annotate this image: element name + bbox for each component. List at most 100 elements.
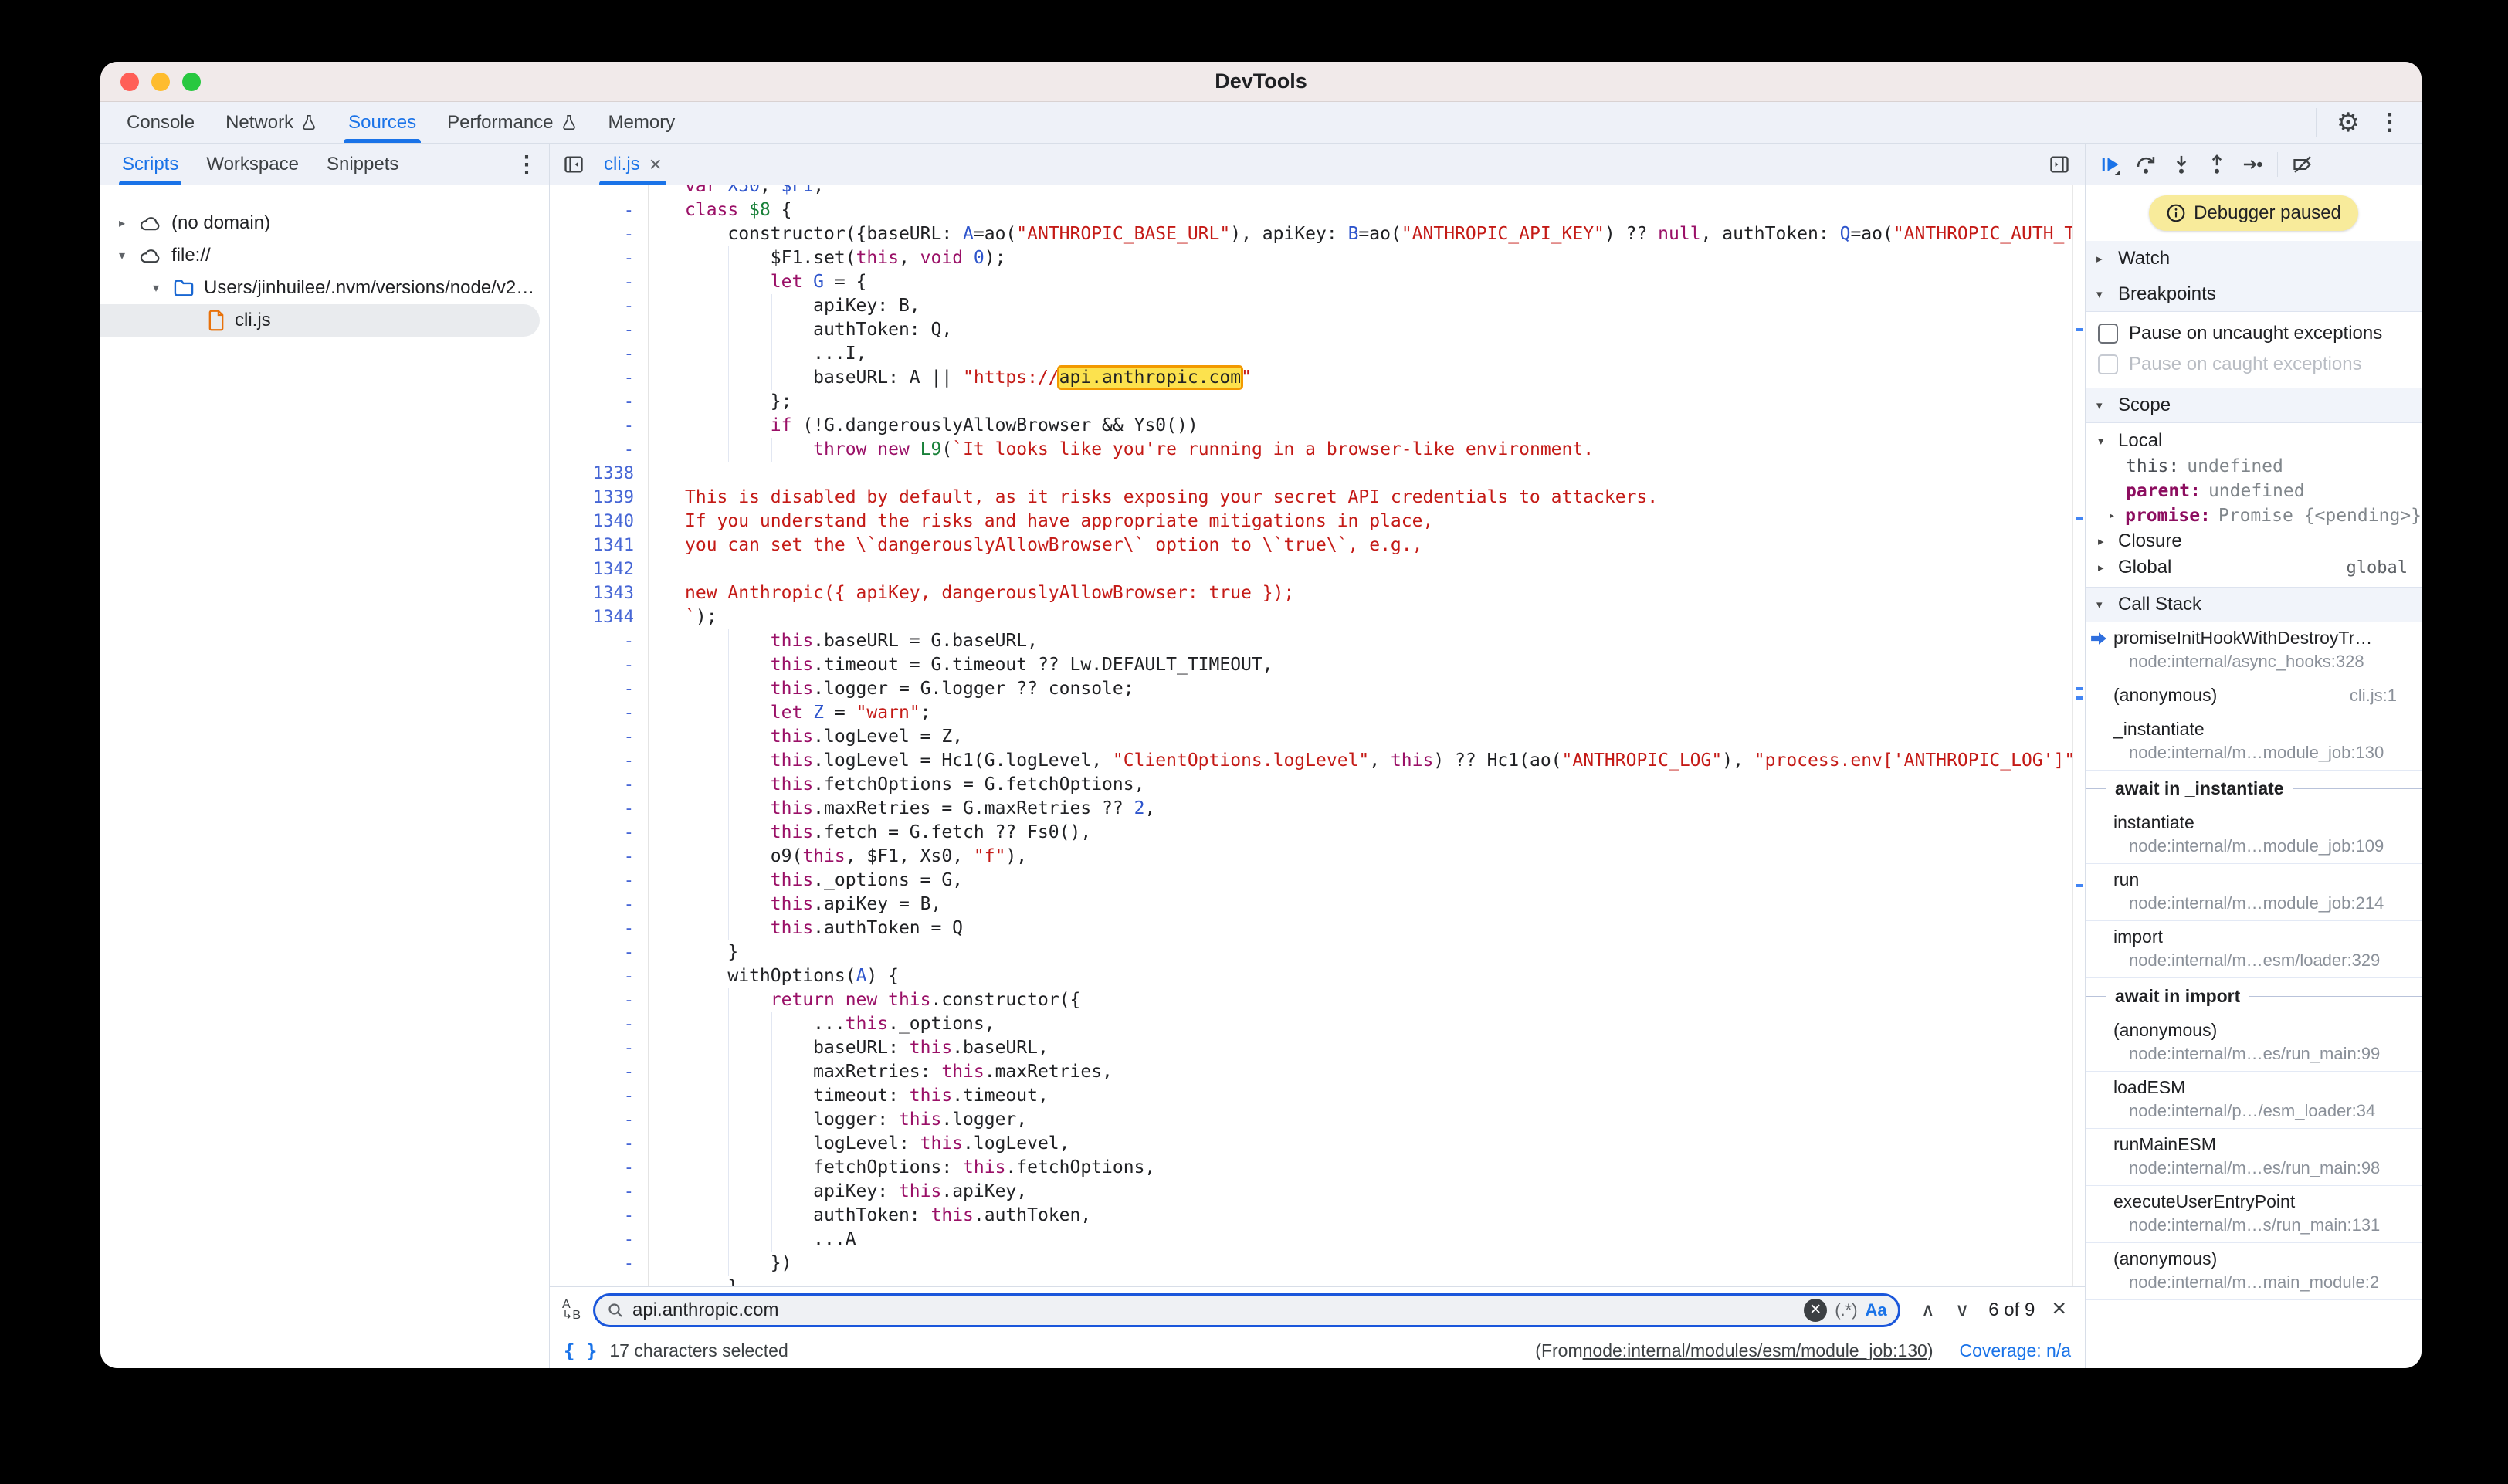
line-number-gutter[interactable]: - — [550, 629, 649, 653]
line-number-gutter[interactable]: - — [550, 1060, 649, 1084]
code-line[interactable]: - withOptions(A) { — [550, 964, 2072, 988]
line-number-gutter[interactable]: - — [550, 1204, 649, 1228]
callstack-frame[interactable]: (anonymous)node:internal/m…es/run_main:9… — [2086, 1015, 2422, 1072]
tree-expander-icon[interactable]: ▸ — [114, 215, 130, 231]
scope-expander-icon[interactable]: ▸ — [2098, 561, 2110, 574]
scope-group-closure[interactable]: ▸Closure — [2086, 528, 2422, 554]
code-line[interactable]: 1342 — [550, 557, 2072, 581]
line-number-gutter[interactable]: - — [550, 869, 649, 893]
code-line[interactable]: - }) — [550, 1252, 2072, 1276]
previous-match-icon[interactable]: ∧ — [1911, 1299, 1945, 1322]
line-number-gutter[interactable]: 1340 — [550, 510, 649, 534]
callstack-frame[interactable]: importnode:internal/m…esm/loader:329 — [2086, 921, 2422, 978]
line-number-gutter[interactable]: - — [550, 653, 649, 677]
scope-group-local[interactable]: ▾Local — [2086, 428, 2422, 454]
line-number-gutter[interactable]: - — [550, 342, 649, 366]
hide-debugger-sidebar-icon[interactable] — [2042, 147, 2077, 182]
line-number-gutter[interactable]: 1339 — [550, 486, 649, 510]
line-number-gutter[interactable]: - — [550, 916, 649, 940]
breakpoints-section-header[interactable]: ▾Breakpoints — [2086, 276, 2422, 312]
code-line[interactable]: 1343new Anthropic({ apiKey, dangerouslyA… — [550, 581, 2072, 605]
code-line[interactable]: 1341you can set the \`dangerouslyAllowBr… — [550, 534, 2072, 557]
line-number-gutter[interactable]: - — [550, 893, 649, 916]
line-number-gutter[interactable]: 1341 — [550, 534, 649, 557]
code-line[interactable]: - this.logLevel = Hc1(G.logLevel, "Clien… — [550, 749, 2072, 773]
line-number-gutter[interactable]: - — [550, 390, 649, 414]
code-line[interactable]: - o9(this, $F1, Xs0, "f"), — [550, 845, 2072, 869]
line-number-gutter[interactable]: - — [550, 677, 649, 701]
line-number-gutter[interactable]: 1344 — [550, 605, 649, 629]
coverage-link[interactable]: Coverage: n/a — [1960, 1340, 2071, 1361]
callstack-frame[interactable]: executeUserEntryPointnode:internal/m…s/r… — [2086, 1186, 2422, 1243]
scope-group-global[interactable]: ▸Globalglobal — [2086, 554, 2422, 581]
resume-script-icon[interactable] — [2093, 147, 2127, 181]
regex-toggle[interactable]: (.*) — [1835, 1300, 1857, 1320]
line-number-gutter[interactable]: 1342 — [550, 557, 649, 581]
line-number-gutter[interactable]: - — [550, 1276, 649, 1286]
code-line[interactable]: - if (!G.dangerouslyAllowBrowser && Ys0(… — [550, 414, 2072, 438]
code-line[interactable]: - this.logger = G.logger ?? console; — [550, 677, 2072, 701]
code-line[interactable]: - } — [550, 1276, 2072, 1286]
step-over-icon[interactable] — [2129, 147, 2163, 181]
callstack-frame[interactable]: runnode:internal/m…module_job:214 — [2086, 864, 2422, 921]
code-line[interactable]: - ...A — [550, 1228, 2072, 1252]
scope-section-header[interactable]: ▾Scope — [2086, 388, 2422, 423]
code-line[interactable]: - throw new L9(`It looks like you're run… — [550, 438, 2072, 462]
code-line[interactable]: - this.apiKey = B, — [550, 893, 2072, 916]
pretty-print-icon[interactable]: { } — [564, 1340, 597, 1362]
line-number-gutter[interactable]: - — [550, 438, 649, 462]
search-input[interactable] — [632, 1299, 1796, 1321]
line-number-gutter[interactable]: - — [550, 1156, 649, 1180]
code-line[interactable]: - maxRetries: this.maxRetries, — [550, 1060, 2072, 1084]
line-number-gutter[interactable]: - — [550, 701, 649, 725]
editor-scrollbar[interactable] — [2072, 185, 2085, 1286]
tree-item-file-[interactable]: ▾file:// — [100, 239, 549, 272]
code-line[interactable]: - let Z = "warn"; — [550, 701, 2072, 725]
scope-variable[interactable]: this:undefined — [2086, 454, 2422, 479]
line-number-gutter[interactable]: - — [550, 1132, 649, 1156]
hide-navigator-icon[interactable] — [556, 147, 591, 182]
tree-item-cli-js[interactable]: cli.js — [100, 304, 540, 337]
code-line[interactable]: - } — [550, 940, 2072, 964]
code-line[interactable]: - apiKey: this.apiKey, — [550, 1180, 2072, 1204]
code-line[interactable]: - let G = { — [550, 270, 2072, 294]
scope-expander-icon[interactable]: ▾ — [2098, 434, 2110, 448]
match-case-toggle[interactable]: Aa — [1866, 1300, 1887, 1320]
replace-toggle-icon[interactable]: A↳B — [562, 1299, 588, 1321]
search-pill[interactable]: ✕ (.*) Aa — [593, 1293, 1900, 1327]
line-number-gutter[interactable]: - — [550, 222, 649, 246]
settings-gear-icon[interactable]: ⚙ — [2330, 105, 2366, 141]
code-line[interactable]: - this.baseURL = G.baseURL, — [550, 629, 2072, 653]
callstack-frame[interactable]: instantiatenode:internal/m…module_job:10… — [2086, 807, 2422, 864]
code-line[interactable]: - constructor({baseURL: A=ao("ANTHROPIC_… — [550, 222, 2072, 246]
callstack-frame[interactable]: loadESMnode:internal/p…/esm_loader:34 — [2086, 1072, 2422, 1129]
code-line[interactable]: 1340If you understand the risks and have… — [550, 510, 2072, 534]
code-line[interactable]: - authToken: this.authToken, — [550, 1204, 2072, 1228]
code-line[interactable]: - this.fetch = G.fetch ?? Fs0(), — [550, 821, 2072, 845]
tab-close-icon[interactable]: × — [649, 152, 662, 177]
code-line[interactable]: -class $8 { — [550, 198, 2072, 222]
from-module-link[interactable]: node:internal/modules/esm/module_job:130 — [1583, 1340, 1927, 1361]
code-line[interactable]: - return new this.constructor({ — [550, 988, 2072, 1012]
navigator-tab-scripts[interactable]: Scripts — [108, 144, 192, 185]
code-line[interactable]: - baseURL: A || "https://api.anthropic.c… — [550, 366, 2072, 390]
step-icon[interactable] — [2235, 147, 2269, 181]
navigator-tab-snippets[interactable]: Snippets — [313, 144, 412, 185]
code-line[interactable]: - this.fetchOptions = G.fetchOptions, — [550, 773, 2072, 797]
main-tab-sources[interactable]: Sources — [333, 102, 432, 143]
line-number-gutter[interactable]: - — [550, 1012, 649, 1036]
code-line[interactable]: - ...I, — [550, 342, 2072, 366]
more-options-icon[interactable]: ⋮ — [2372, 105, 2408, 141]
line-number-gutter[interactable]: - — [550, 773, 649, 797]
code-line[interactable]: - this.logLevel = Z, — [550, 725, 2072, 749]
line-number-gutter[interactable]: - — [550, 988, 649, 1012]
next-match-icon[interactable]: ∨ — [1945, 1299, 1979, 1322]
tree-item--no-domain-[interactable]: ▸(no domain) — [100, 207, 549, 239]
line-number-gutter[interactable]: - — [550, 366, 649, 390]
code-line[interactable]: - this.authToken = Q — [550, 916, 2072, 940]
line-number-gutter[interactable]: - — [550, 198, 649, 222]
line-number-gutter[interactable] — [550, 185, 649, 198]
line-number-gutter[interactable]: - — [550, 725, 649, 749]
callstack-frame[interactable]: _instantiatenode:internal/m…module_job:1… — [2086, 713, 2422, 771]
scope-variable[interactable]: parent:undefined — [2086, 479, 2422, 503]
